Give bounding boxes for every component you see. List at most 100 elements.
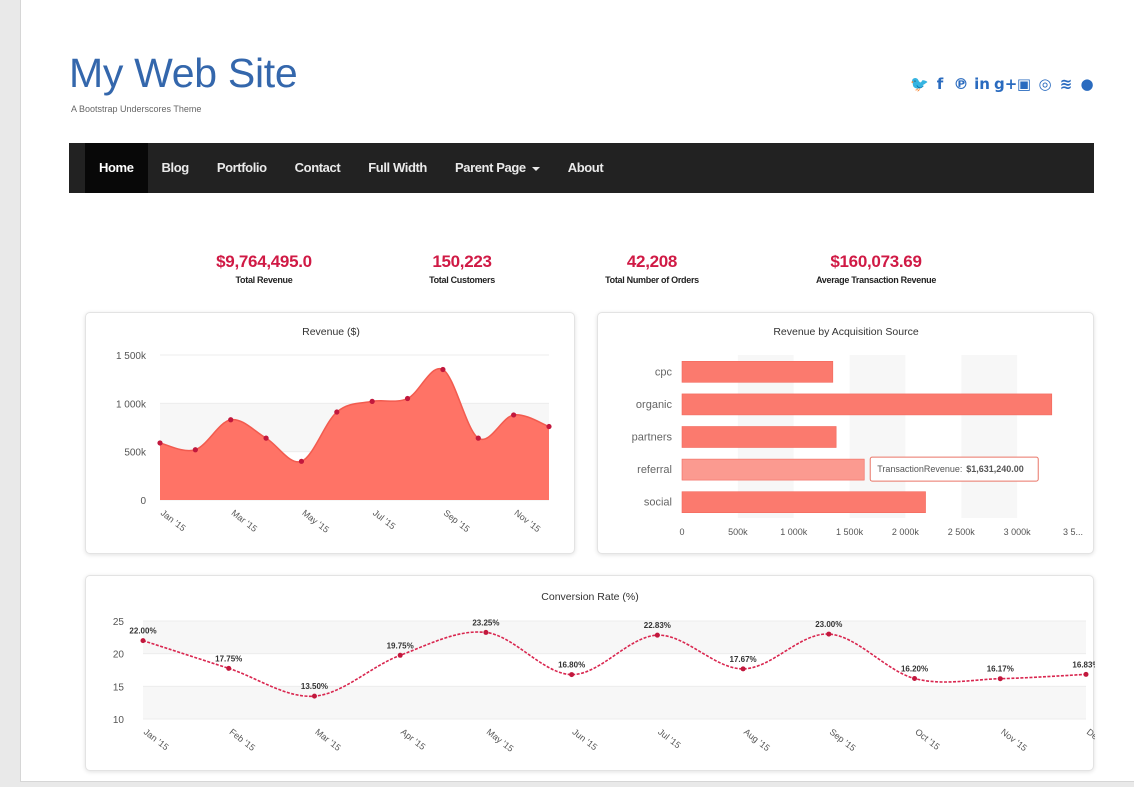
x-tick-label: Feb '15 [227, 727, 257, 753]
x-tick-label: Mar '15 [313, 727, 343, 753]
kpi-label: Total Customers [429, 275, 495, 285]
x-tick-label: Dec '15 [1085, 727, 1095, 753]
conversion-line-chart: Conversion Rate (%) 10 15 20 25 22.00% 17.75% 1… [113, 591, 1095, 754]
x-tick-label: Jan '15 [142, 727, 171, 753]
acquisition-chart-card: Revenue by Acquisition Source 0 500k 1 000k… [597, 312, 1094, 554]
tooltip-label: TransactionRevenue: [877, 464, 962, 474]
nav-item-parent-page[interactable]: Parent Page [441, 143, 554, 193]
x-tick-label: Mar '15 [229, 508, 259, 534]
x-tick-label: Nov '15 [512, 508, 542, 534]
data-point [192, 447, 198, 453]
data-label: 23.25% [472, 618, 499, 627]
pinterest-icon[interactable]: ℗ [952, 74, 970, 94]
x-tick-label: 0 [679, 527, 684, 537]
data-label: 19.75% [387, 641, 414, 650]
kpi-total-orders: 42,208 Total Number of Orders [542, 252, 762, 285]
data-point [1083, 671, 1089, 677]
data-label: 16.20% [901, 664, 928, 673]
y-category-label: partners [632, 432, 673, 444]
x-tick-label: Oct '15 [913, 727, 941, 752]
data-point [483, 629, 489, 635]
kpi-total-revenue: $9,764,495.0 Total Revenue [154, 252, 374, 285]
chart-title: Conversion Rate (%) [541, 591, 638, 603]
bar-tooltip: TransactionRevenue: $1,631,240.00 [869, 456, 1039, 482]
y-tick-label: 10 [113, 715, 125, 726]
x-tick-label: Sep '15 [442, 508, 472, 535]
kpi-label: Total Revenue [235, 275, 293, 285]
linkedin-icon[interactable]: in [973, 74, 991, 94]
nav-item-home[interactable]: Home [85, 143, 148, 193]
data-label: 16.83% [1072, 660, 1095, 669]
x-tick-label: 2 500k [948, 527, 976, 537]
x-tick-label: Jul '15 [656, 727, 682, 751]
data-point [740, 666, 746, 672]
acquisition-bar-chart: Revenue by Acquisition Source 0 500k 1 000k… [632, 326, 1083, 537]
x-tick-label: 3 5... [1063, 527, 1083, 537]
data-label: 16.80% [558, 661, 585, 670]
nav-label: About [567, 160, 604, 175]
x-tick-label: Jun '15 [570, 727, 599, 753]
data-label: 17.75% [215, 654, 242, 663]
y-tick-label: 500k [124, 448, 147, 459]
y-tick-label: 1 000k [116, 399, 147, 410]
data-label: 13.50% [301, 682, 328, 691]
rss-icon[interactable]: ≋ [1057, 74, 1075, 94]
data-point [404, 395, 411, 402]
x-tick-label: Jan '15 [159, 508, 188, 534]
grid-band [143, 621, 1086, 654]
nav-item-about[interactable]: About [554, 143, 618, 193]
data-point [440, 366, 446, 373]
data-label: 22.83% [644, 621, 671, 630]
github-icon[interactable]: ◎ [1036, 74, 1054, 94]
data-point [511, 412, 517, 418]
revenue-area-chart: Revenue ($) 0 500k 1 000k 1 500k Jan '15 Mar '… [116, 326, 552, 535]
data-point [369, 398, 375, 404]
kpi-avg-transaction-revenue: $160,073.69 Average Transaction Revenue [766, 252, 986, 285]
x-tick-label: Jul '15 [371, 508, 397, 532]
y-category-label: referral [637, 464, 672, 476]
data-point [546, 423, 552, 430]
x-tick-label: 2 000k [892, 527, 920, 537]
page: My Web Site A Bootstrap Underscores Them… [20, 0, 1134, 782]
data-point [226, 665, 232, 671]
grid-band [961, 355, 1018, 518]
x-tick-label: 1 500k [836, 527, 864, 537]
caret-down-icon [531, 166, 540, 171]
data-label: 22.00% [129, 627, 156, 636]
kpi-label: Average Transaction Revenue [815, 275, 937, 285]
y-tick-label: 20 [113, 650, 125, 661]
bar-referral [681, 458, 865, 481]
data-point [997, 676, 1003, 682]
data-point [298, 458, 305, 464]
nav-label: Contact [294, 160, 341, 175]
data-point [334, 409, 340, 415]
google-plus-icon[interactable]: g+ [994, 74, 1017, 94]
flickr-icon[interactable]: ● [1078, 74, 1096, 94]
kpi-value: $9,764,495.0 [216, 252, 312, 271]
data-point [826, 631, 832, 637]
nav-label: Parent Page [454, 160, 526, 175]
main-navbar: Home Blog Portfolio Contact Full Width P… [69, 143, 1094, 193]
y-tick-label: 25 [113, 617, 125, 628]
x-tick-label: 1 000k [780, 527, 808, 537]
data-point [912, 675, 918, 681]
youtube-icon[interactable]: ▣ [1015, 74, 1033, 94]
revenue-chart-card: Revenue ($) 0 500k 1 000k 1 500k Jan '15 Mar '… [85, 312, 575, 554]
twitter-icon[interactable]: 🐦 [910, 74, 929, 94]
y-tick-label: 1 500k [116, 351, 147, 362]
nav-item-full-width[interactable]: Full Width [354, 143, 441, 193]
x-tick-label: Apr '15 [399, 727, 427, 752]
nav-label: Blog [161, 160, 190, 175]
kpi-row: $9,764,495.0 Total Revenue 150,223 Total… [69, 252, 1094, 297]
data-point [228, 417, 234, 423]
facebook-icon[interactable]: f [931, 74, 949, 94]
nav-item-contact[interactable]: Contact [281, 143, 355, 193]
nav-label: Full Width [368, 160, 427, 175]
kpi-value: 150,223 [432, 252, 492, 271]
site-tagline: A Bootstrap Underscores Theme [71, 104, 202, 114]
nav-item-blog[interactable]: Blog [148, 143, 203, 193]
nav-item-portfolio[interactable]: Portfolio [203, 143, 281, 193]
data-point [397, 652, 403, 658]
site-title[interactable]: My Web Site [69, 50, 298, 97]
nav-label: Home [99, 160, 134, 175]
